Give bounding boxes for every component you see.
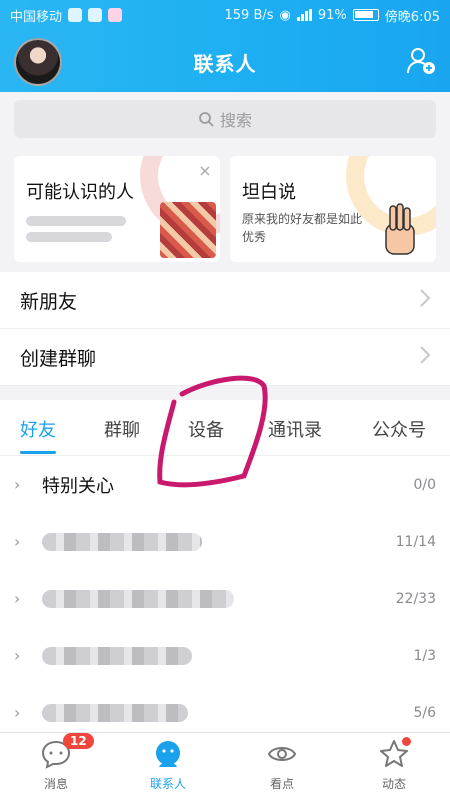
chevron-right-icon: ›	[14, 646, 21, 665]
chevron-right-icon	[420, 288, 431, 312]
bottom-nav: 12 消息 联系人 看点 动态	[0, 732, 450, 800]
hand-gesture-icon	[385, 203, 415, 255]
nav-moments[interactable]: 动态	[354, 737, 434, 792]
chevron-right-icon: ›	[14, 703, 21, 722]
group-row[interactable]: › 特别关心 0/0	[0, 456, 450, 513]
group-name: 特别关心	[42, 475, 114, 497]
notification-app-icon	[68, 8, 83, 22]
network-speed: 159 B/s	[224, 7, 274, 23]
create-group-label: 创建群聊	[20, 347, 97, 370]
notification-app-icon	[88, 8, 103, 22]
tab-friends[interactable]: 好友	[20, 416, 56, 454]
nav-label: 联系人	[149, 777, 186, 791]
recommend-cards: 可能认识的人 × 坦白说 原来我的好友都是如此优秀	[0, 152, 450, 268]
group-count: 11/14	[395, 533, 436, 550]
search-icon	[199, 112, 214, 127]
clock: 傍晚6:05	[384, 9, 440, 25]
nav-messages[interactable]: 12 消息	[16, 733, 96, 792]
pixelated-avatar	[160, 202, 216, 258]
battery-icon	[352, 9, 379, 21]
contact-actions: 新朋友 创建群聊	[0, 272, 450, 386]
search-bar[interactable]: 搜索	[14, 100, 436, 138]
add-friend-icon[interactable]	[406, 46, 436, 76]
new-friends-label: 新朋友	[20, 290, 78, 313]
group-row[interactable]: › 5/6	[0, 684, 450, 732]
tab-groups[interactable]: 群聊	[104, 416, 140, 442]
group-count: 5/6	[413, 704, 436, 721]
group-row[interactable]: › 1/3	[0, 627, 450, 684]
carrier-label: 中国移动	[10, 9, 63, 25]
nav-label: 动态	[381, 777, 406, 791]
chevron-right-icon	[420, 345, 431, 369]
confession-subtitle: 原来我的好友都是如此优秀	[242, 212, 363, 244]
group-name-blurred	[42, 646, 192, 665]
new-friends-row[interactable]: 新朋友	[0, 272, 450, 329]
close-icon[interactable]: ×	[198, 163, 212, 179]
chevron-right-icon: ›	[14, 532, 21, 551]
create-group-row[interactable]: 创建群聊	[0, 329, 450, 386]
group-count: 0/0	[413, 476, 436, 493]
app-header: 中国移动 159 B/s ◉ 91% 傍晚6:05 联系人	[0, 0, 450, 92]
may-know-title: 可能认识的人	[26, 182, 134, 203]
friend-groups: › 特别关心 0/0 › 11/14 › 22/33 › 1/3 › 5/6	[0, 456, 450, 732]
nav-label: 消息	[43, 777, 68, 791]
signal-icon	[296, 9, 312, 21]
eye-comfort-icon: ◉	[279, 7, 291, 23]
nav-watch[interactable]: 看点	[242, 739, 322, 792]
status-bar: 中国移动 159 B/s ◉ 91% 傍晚6:05	[0, 0, 450, 30]
group-name-blurred	[42, 532, 202, 551]
chevron-right-icon: ›	[14, 475, 21, 494]
unread-badge: 12	[63, 733, 94, 749]
group-name-blurred	[42, 589, 234, 608]
confession-title: 坦白说	[242, 182, 296, 203]
page-title: 联系人	[193, 52, 257, 76]
eye-icon	[267, 747, 297, 761]
battery-percent: 91%	[317, 7, 347, 23]
search-placeholder: 搜索	[219, 111, 252, 130]
group-name-blurred	[42, 703, 188, 722]
nav-contacts[interactable]: 联系人	[128, 739, 208, 792]
group-row[interactable]: › 11/14	[0, 513, 450, 570]
group-row[interactable]: › 22/33	[0, 570, 450, 627]
new-dot	[402, 737, 411, 746]
tab-devices[interactable]: 设备	[188, 416, 224, 442]
group-count: 22/33	[395, 590, 436, 607]
notification-app-icon	[108, 8, 123, 22]
chevron-right-icon: ›	[14, 589, 21, 608]
nav-label: 看点	[269, 777, 294, 791]
group-count: 1/3	[413, 647, 436, 664]
tab-address-book[interactable]: 通讯录	[268, 416, 322, 442]
tab-official-accounts[interactable]: 公众号	[372, 416, 426, 442]
confession-card[interactable]: 坦白说 原来我的好友都是如此优秀	[230, 156, 436, 262]
contacts-icon	[156, 741, 180, 767]
may-know-blurred-text	[26, 210, 152, 242]
contact-tabs: 好友 群聊 设备 通讯录 公众号	[0, 400, 450, 456]
may-know-card[interactable]: 可能认识的人 ×	[14, 156, 220, 262]
